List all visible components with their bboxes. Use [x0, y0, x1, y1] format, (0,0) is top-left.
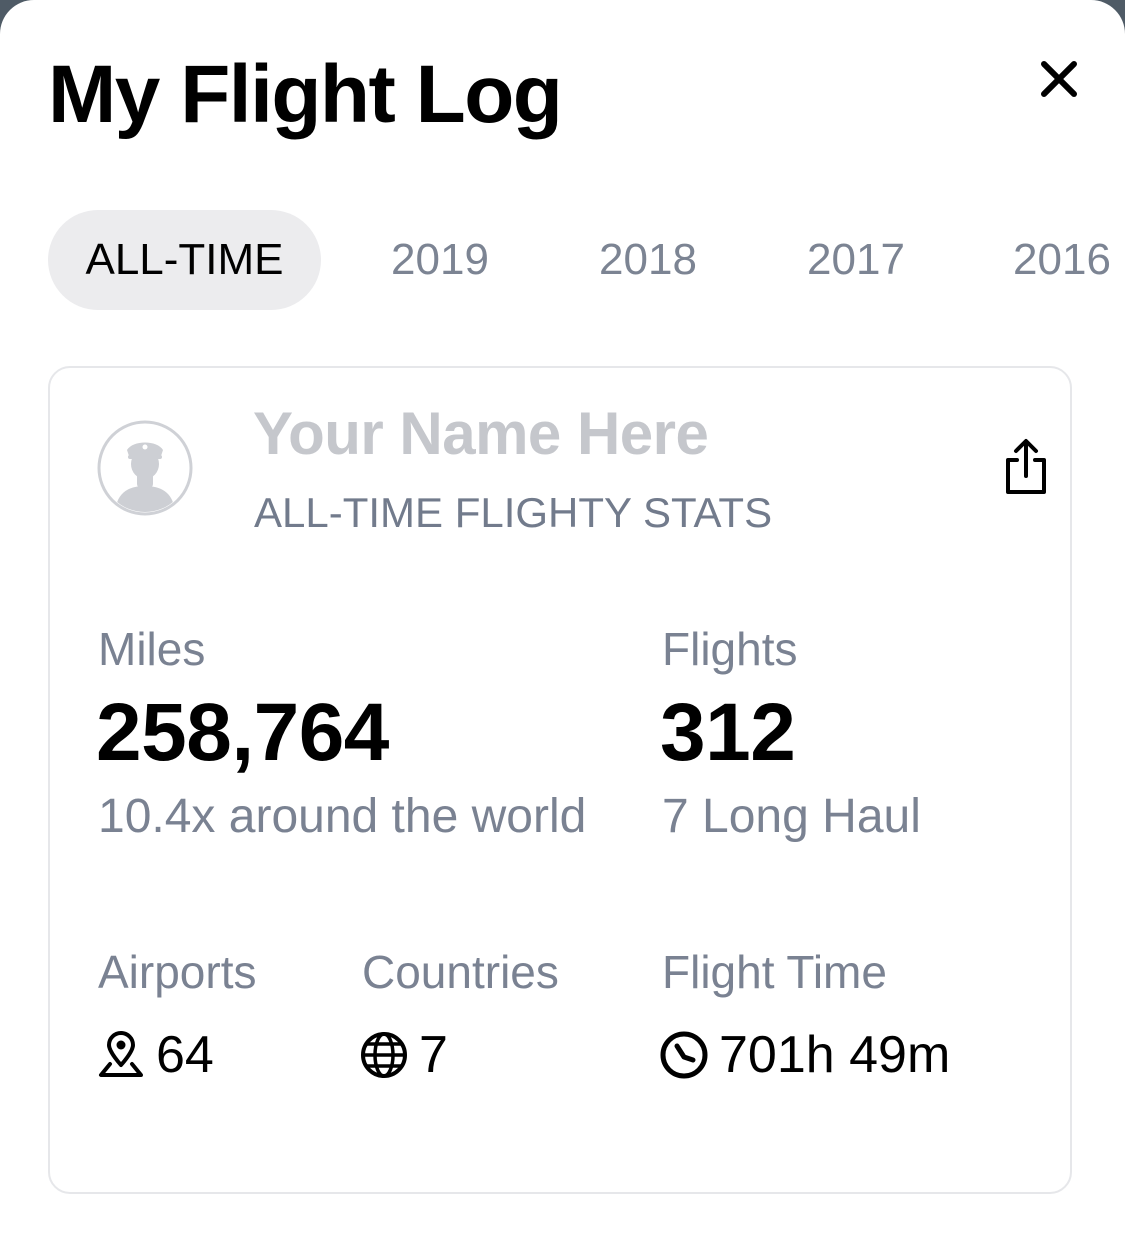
- flight-time-value: 701h 49m: [719, 1026, 951, 1084]
- avatar[interactable]: [97, 420, 193, 516]
- stats-card: Your Name Here ALL-TIME FLIGHTY STATS Mi…: [48, 366, 1072, 1194]
- flights-value: 312: [660, 687, 796, 778]
- countries-value: 7: [419, 1026, 448, 1084]
- share-icon: [1006, 439, 1046, 494]
- flights-label: Flights: [662, 623, 798, 675]
- flights-note: 7 Long Haul: [662, 790, 921, 843]
- flight-time-label: Flight Time: [662, 946, 887, 998]
- tab-2018[interactable]: 2018: [588, 210, 708, 310]
- tab-all-time[interactable]: ALL-TIME: [48, 210, 321, 310]
- close-button[interactable]: [1030, 50, 1088, 108]
- flight-time-stat: 701h 49m: [659, 1024, 950, 1086]
- stats-subtitle: ALL-TIME FLIGHTY STATS: [254, 489, 773, 536]
- user-name[interactable]: Your Name Here: [253, 398, 709, 470]
- airports-value: 64: [156, 1026, 214, 1084]
- tab-2016[interactable]: 2016: [1002, 210, 1122, 310]
- countries-label: Countries: [362, 946, 559, 998]
- miles-note: 10.4x around the world: [98, 790, 587, 843]
- flight-log-sheet: My Flight Log ALL-TIME 2019 2018 2017 20…: [0, 0, 1125, 1241]
- map-pin-icon: [96, 1030, 146, 1080]
- tab-2017[interactable]: 2017: [796, 210, 916, 310]
- globe-icon: [359, 1030, 409, 1080]
- miles-label: Miles: [98, 623, 206, 675]
- year-tabs: ALL-TIME 2019 2018 2017 2016: [48, 210, 1125, 310]
- close-icon: [1041, 61, 1077, 97]
- miles-value: 258,764: [96, 687, 389, 778]
- tab-2019[interactable]: 2019: [380, 210, 500, 310]
- pilot-avatar-icon: [97, 420, 193, 516]
- clock-icon: [659, 1030, 709, 1080]
- airports-label: Airports: [98, 946, 257, 998]
- share-button[interactable]: [1000, 436, 1052, 500]
- airports-stat: 64: [96, 1024, 214, 1086]
- countries-stat: 7: [359, 1024, 448, 1086]
- page-title: My Flight Log: [48, 49, 563, 140]
